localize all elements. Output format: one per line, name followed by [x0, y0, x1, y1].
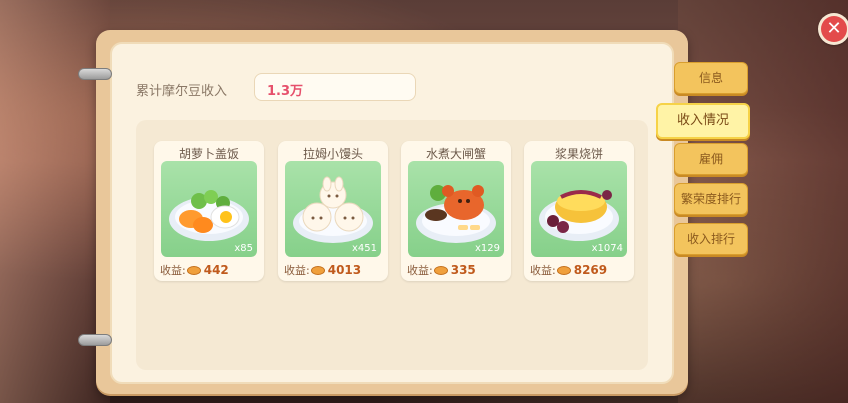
total-income-label: 累计摩尔豆收入 [136, 84, 228, 99]
dish-card[interactable]: 拉姆小馒头 x451 收益: 4013 [278, 141, 388, 281]
dish-card[interactable]: 水煮大闸蟹 x129 收益: 335 [401, 141, 511, 281]
boiled-crab-dish-icon: x129 [408, 161, 504, 257]
close-icon: ✕ [821, 16, 847, 42]
carrot-rice-dish-icon: x85 [161, 161, 257, 257]
dish-name: 拉姆小馒头 [302, 147, 363, 161]
dish-name: 浆果烧饼 [554, 147, 603, 161]
tab-income[interactable]: 收入情况 [656, 103, 750, 139]
mole-bean-icon [433, 265, 448, 275]
mole-bean-icon [556, 265, 571, 275]
earnings-label: 收益: [160, 264, 186, 277]
dish-card[interactable]: 胡萝卜盖饭 x85 收益: 442 [154, 141, 264, 281]
close-button[interactable]: ✕ [818, 13, 848, 45]
earnings-value: 8269 [573, 263, 608, 277]
berry-pancake-dish-icon: x1074 [531, 161, 627, 257]
total-income-field: 1.3万 [254, 73, 416, 101]
tab-prosperity-ranking[interactable]: 繁荣度排行 [674, 183, 748, 215]
steamed-bun-dish-icon: x451 [285, 161, 381, 257]
tab-income-ranking[interactable]: 收入排行 [674, 223, 748, 255]
binder-ring-icon [78, 334, 112, 346]
earnings-value: 442 [203, 263, 229, 277]
dish-earnings: 收益: 8269 [530, 262, 607, 278]
total-income-value: 1.3万 [267, 84, 304, 99]
tab-hire[interactable]: 雇佣 [674, 143, 748, 175]
dish-quantity: x451 [351, 243, 377, 254]
dish-card[interactable]: 浆果烧饼 x1074 收益: 8269 [524, 141, 634, 281]
dish-quantity: x1074 [591, 243, 623, 254]
mole-bean-icon [186, 265, 201, 275]
tab-info[interactable]: 信息 [674, 62, 748, 94]
earnings-label: 收益: [530, 264, 556, 277]
earnings-value: 4013 [327, 263, 362, 277]
dish-name: 胡萝卜盖饭 [178, 147, 239, 161]
dish-earnings: 收益: 442 [160, 262, 229, 278]
binder-ring-icon [78, 68, 112, 80]
earnings-label: 收益: [407, 264, 433, 277]
dish-quantity: x129 [474, 243, 500, 254]
dish-name: 水煮大闸蟹 [425, 147, 486, 161]
earnings-label: 收益: [284, 264, 310, 277]
mole-bean-icon [310, 265, 325, 275]
earnings-value: 335 [450, 263, 476, 277]
dish-quantity: x85 [234, 243, 253, 254]
dish-earnings: 收益: 4013 [284, 262, 361, 278]
dish-earnings: 收益: 335 [407, 262, 476, 278]
